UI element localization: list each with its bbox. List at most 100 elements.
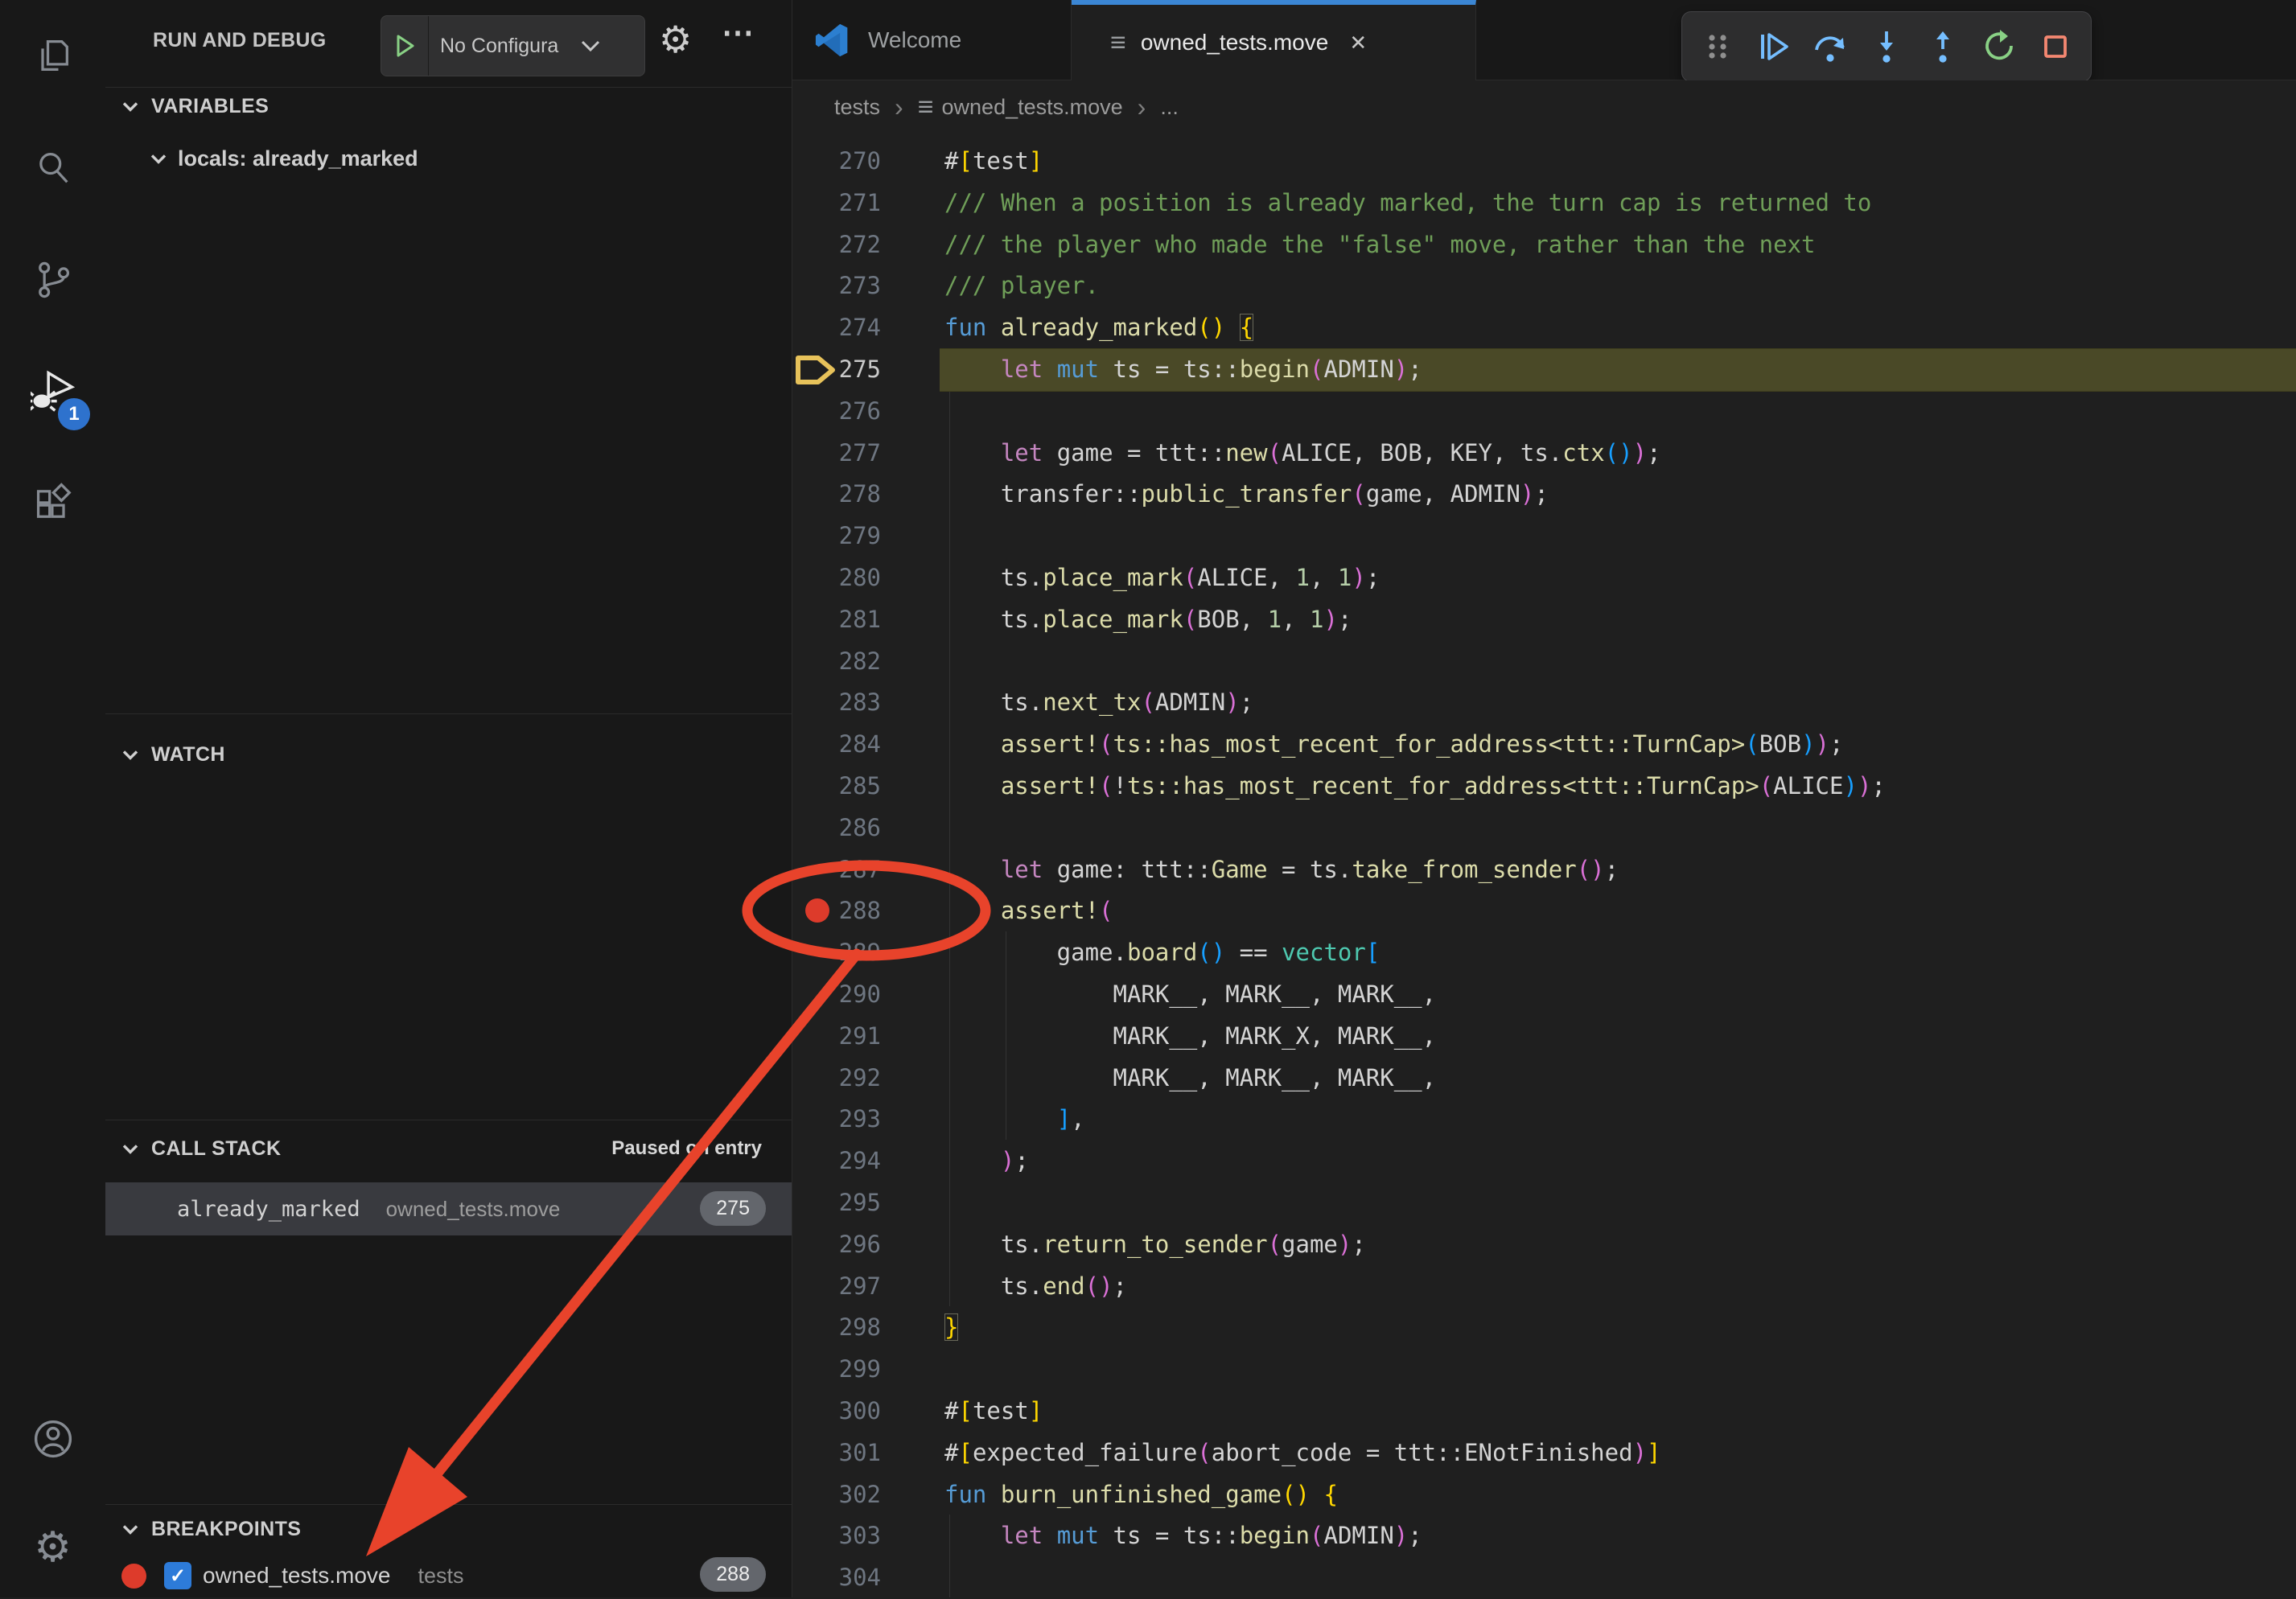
- breakpoint-checkbox[interactable]: ✓: [164, 1562, 191, 1589]
- tab-welcome[interactable]: Welcome: [792, 0, 1072, 80]
- code-line[interactable]: 288 assert!(: [792, 890, 2296, 931]
- close-tab-icon[interactable]: ✕: [1349, 31, 1367, 55]
- line-number[interactable]: 291: [792, 1015, 881, 1057]
- debug-config-dropdown[interactable]: No Configura: [381, 15, 645, 76]
- code-line[interactable]: 297 ts.end();: [792, 1265, 2296, 1307]
- search-icon[interactable]: [0, 128, 105, 208]
- line-number[interactable]: 284: [792, 723, 881, 765]
- tab-owned-tests[interactable]: ≡ owned_tests.move ✕: [1072, 0, 1476, 80]
- line-number[interactable]: 282: [792, 640, 881, 682]
- line-number[interactable]: 300: [792, 1390, 881, 1432]
- run-and-debug-icon[interactable]: 1: [0, 351, 105, 432]
- code-line[interactable]: 284 assert!(ts::has_most_recent_for_addr…: [792, 723, 2296, 765]
- breakpoints-section-header[interactable]: BREAKPOINTS: [121, 1518, 301, 1541]
- code-line[interactable]: 272/// the player who made the "false" m…: [792, 224, 2296, 265]
- code-line[interactable]: 285 assert!(!ts::has_most_recent_for_add…: [792, 765, 2296, 807]
- line-number[interactable]: 302: [792, 1474, 881, 1515]
- code-line[interactable]: 275 let mut ts = ts::begin(ADMIN);: [792, 348, 2296, 390]
- line-number[interactable]: 285: [792, 765, 881, 807]
- extensions-icon[interactable]: [0, 463, 105, 544]
- line-number[interactable]: 286: [792, 807, 881, 849]
- code-editor[interactable]: 270#[test]271/// When a position is alre…: [792, 134, 2296, 1597]
- code-line[interactable]: 283 ts.next_tx(ADMIN);: [792, 681, 2296, 723]
- code-line[interactable]: 291 MARK__, MARK_X, MARK__,: [792, 1015, 2296, 1057]
- line-number[interactable]: 278: [792, 473, 881, 515]
- line-number[interactable]: 279: [792, 515, 881, 557]
- code-line[interactable]: 295: [792, 1182, 2296, 1223]
- debug-settings-gear-icon[interactable]: ⚙: [659, 21, 692, 58]
- code-line[interactable]: 289 game.board() == vector[: [792, 931, 2296, 973]
- line-number[interactable]: 274: [792, 306, 881, 348]
- code-line[interactable]: 287 let game: ttt::Game = ts.take_from_s…: [792, 849, 2296, 890]
- variables-section-header[interactable]: VARIABLES: [121, 95, 269, 118]
- views-more-actions-icon[interactable]: ⋯: [722, 14, 755, 51]
- line-number[interactable]: 272: [792, 224, 881, 265]
- line-number[interactable]: 297: [792, 1265, 881, 1307]
- line-number[interactable]: 299: [792, 1348, 881, 1390]
- code-line[interactable]: 303 let mut ts = ts::begin(ADMIN);: [792, 1515, 2296, 1556]
- settings-gear-icon[interactable]: ⚙: [0, 1507, 105, 1588]
- code-line[interactable]: 300#[test]: [792, 1390, 2296, 1432]
- line-number[interactable]: 295: [792, 1182, 881, 1223]
- code-line[interactable]: 301#[expected_failure(abort_code = ttt::…: [792, 1432, 2296, 1474]
- step-over-icon[interactable]: [1809, 26, 1851, 68]
- line-number[interactable]: 283: [792, 681, 881, 723]
- line-number[interactable]: 290: [792, 973, 881, 1015]
- breadcrumb-file[interactable]: owned_tests.move: [942, 95, 1123, 120]
- code-line[interactable]: 271/// When a position is already marked…: [792, 182, 2296, 224]
- line-number[interactable]: 304: [792, 1556, 881, 1597]
- stop-icon[interactable]: [2035, 26, 2076, 68]
- code-line[interactable]: 298}: [792, 1306, 2296, 1348]
- code-line[interactable]: 273/// player.: [792, 265, 2296, 306]
- code-line[interactable]: 293 ],: [792, 1098, 2296, 1140]
- line-number[interactable]: 281: [792, 598, 881, 640]
- code-line[interactable]: 270#[test]: [792, 140, 2296, 182]
- line-number[interactable]: 296: [792, 1223, 881, 1265]
- line-number[interactable]: 273: [792, 265, 881, 306]
- code-line[interactable]: 276: [792, 390, 2296, 432]
- code-line[interactable]: 281 ts.place_mark(BOB, 1, 1);: [792, 598, 2296, 640]
- code-line[interactable]: 278 transfer::public_transfer(game, ADMI…: [792, 473, 2296, 515]
- restart-icon[interactable]: [1978, 26, 2020, 68]
- line-number[interactable]: 294: [792, 1140, 881, 1182]
- code-line[interactable]: 286: [792, 807, 2296, 849]
- call-stack-frame-row[interactable]: already_marked owned_tests.move: [105, 1182, 792, 1235]
- line-number[interactable]: 277: [792, 432, 881, 474]
- line-number[interactable]: 280: [792, 557, 881, 598]
- step-out-icon[interactable]: [1922, 26, 1964, 68]
- line-number[interactable]: 289: [792, 931, 881, 973]
- line-number[interactable]: 298: [792, 1306, 881, 1348]
- watch-section-header[interactable]: WATCH: [121, 743, 225, 767]
- line-number[interactable]: 270: [792, 140, 881, 182]
- code-line[interactable]: 290 MARK__, MARK__, MARK__,: [792, 973, 2296, 1015]
- start-debug-icon[interactable]: [381, 16, 429, 76]
- line-number[interactable]: 276: [792, 390, 881, 432]
- line-number[interactable]: 303: [792, 1515, 881, 1556]
- toolbar-drag-grip[interactable]: [1697, 26, 1738, 68]
- breadcrumb-tests[interactable]: tests: [834, 95, 880, 120]
- line-number[interactable]: 301: [792, 1432, 881, 1474]
- code-line[interactable]: 274fun already_marked() {: [792, 306, 2296, 348]
- code-line[interactable]: 294 );: [792, 1140, 2296, 1182]
- code-line[interactable]: 304: [792, 1556, 2296, 1597]
- line-number[interactable]: 287: [792, 849, 881, 890]
- code-line[interactable]: 282: [792, 640, 2296, 682]
- line-number[interactable]: 292: [792, 1057, 881, 1099]
- step-into-icon[interactable]: [1866, 26, 1907, 68]
- code-line[interactable]: 292 MARK__, MARK__, MARK__,: [792, 1057, 2296, 1099]
- code-line[interactable]: 277 let game = ttt::new(ALICE, BOB, KEY,…: [792, 432, 2296, 474]
- continue-icon[interactable]: [1753, 26, 1795, 68]
- line-number[interactable]: 293: [792, 1098, 881, 1140]
- code-line[interactable]: 296 ts.return_to_sender(game);: [792, 1223, 2296, 1265]
- code-line[interactable]: 299: [792, 1348, 2296, 1390]
- call-stack-section-header[interactable]: CALL STACK: [121, 1137, 281, 1161]
- code-line[interactable]: 302fun burn_unfinished_game() {: [792, 1474, 2296, 1515]
- source-control-icon[interactable]: [0, 240, 105, 320]
- account-icon[interactable]: [0, 1399, 105, 1479]
- explorer-icon[interactable]: [0, 15, 105, 96]
- code-line[interactable]: 279: [792, 515, 2296, 557]
- code-line[interactable]: 280 ts.place_mark(ALICE, 1, 1);: [792, 557, 2296, 598]
- breadcrumb-symbol[interactable]: ...: [1160, 95, 1179, 120]
- line-number[interactable]: 271: [792, 182, 881, 224]
- breakpoint-row[interactable]: ✓ owned_tests.move tests: [105, 1552, 792, 1599]
